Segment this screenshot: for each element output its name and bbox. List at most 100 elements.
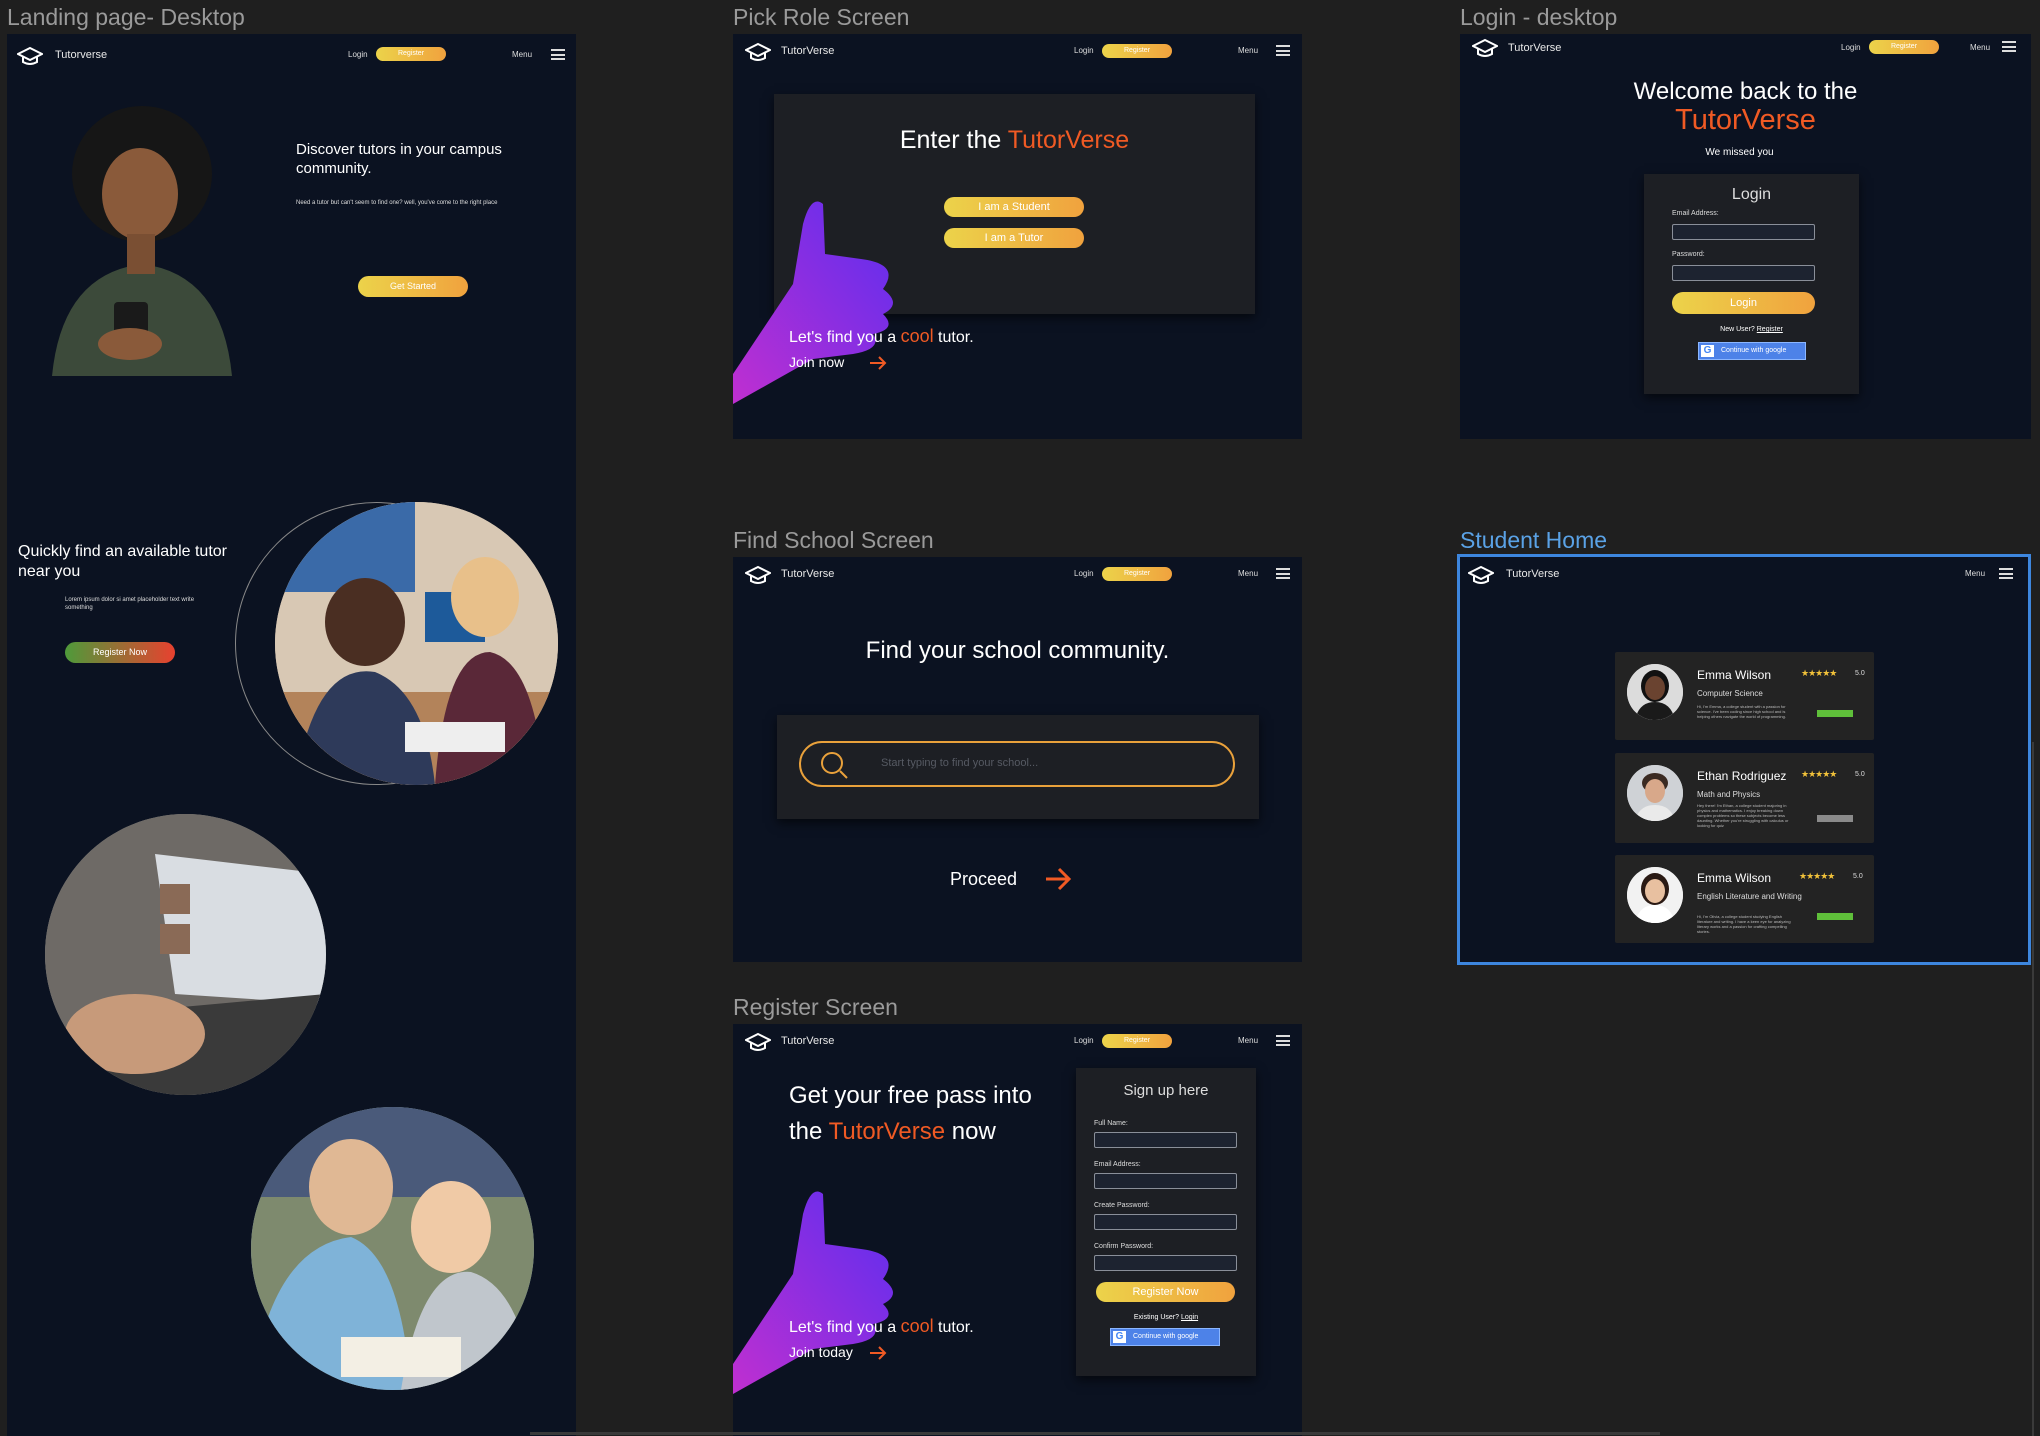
hamburger-icon[interactable]: [1999, 568, 2013, 579]
tutor-avatar: [1627, 765, 1683, 821]
school-search-input[interactable]: Start typing to find your school...: [799, 741, 1235, 787]
nav-register-button[interactable]: Register: [376, 47, 446, 61]
signup-card-title: Sign up here: [1123, 1082, 1209, 1099]
login-link[interactable]: Login: [1181, 1314, 1198, 1321]
full-name-field[interactable]: [1094, 1132, 1237, 1148]
nav-register-button[interactable]: Register: [1102, 567, 1172, 581]
email-field[interactable]: [1094, 1173, 1237, 1189]
proceed-link[interactable]: Proceed: [950, 869, 1017, 890]
star-rating-icon: ★★★★★: [1801, 668, 1837, 678]
horizontal-scrollbar[interactable]: [530, 1432, 1660, 1435]
rating-value: 5.0: [1855, 771, 1865, 778]
hamburger-icon[interactable]: [1276, 1035, 1290, 1046]
hamburger-icon[interactable]: [2002, 41, 2016, 52]
brand-name[interactable]: TutorVerse: [1506, 568, 1559, 580]
availability-badge[interactable]: [1817, 815, 1853, 822]
tagline: Let's find you a cool tutor.: [789, 326, 974, 346]
tutor-card[interactable]: Ethan Rodriguez ★★★★★ 5.0 Math and Physi…: [1615, 753, 1874, 843]
vertical-scrollbar[interactable]: [2032, 742, 2034, 1436]
nav-register-button[interactable]: Register: [1102, 1034, 1172, 1048]
nav-login-link[interactable]: Login: [348, 50, 368, 59]
couple-reading-photo: [251, 1107, 534, 1390]
frame-title-pick-role[interactable]: Pick Role Screen: [733, 4, 909, 31]
password-field[interactable]: [1672, 265, 1815, 281]
nav-login-link[interactable]: Login: [1841, 43, 1861, 52]
tutor-card[interactable]: Emma Wilson ★★★★★ 5.0 English Literature…: [1615, 855, 1874, 943]
graduation-cap-icon[interactable]: [745, 1032, 771, 1052]
hamburger-icon[interactable]: [1276, 568, 1290, 579]
tutor-card[interactable]: Emma Wilson ★★★★★ 5.0 Computer Science H…: [1615, 652, 1874, 740]
arrow-right-icon[interactable]: [869, 356, 887, 370]
register-link[interactable]: Register: [1757, 326, 1783, 333]
brand-name[interactable]: TutorVerse: [781, 1035, 834, 1047]
graduation-cap-icon[interactable]: [1468, 565, 1494, 585]
nav-menu-label[interactable]: Menu: [1970, 43, 1990, 52]
nav-register-button[interactable]: Register: [1869, 40, 1939, 54]
create-password-field[interactable]: [1094, 1214, 1237, 1230]
login-card: Login Email Address: Password: Login New…: [1644, 174, 1859, 394]
nav-menu-label[interactable]: Menu: [1965, 569, 1985, 578]
create-password-label: Create Password:: [1094, 1202, 1150, 1209]
nav-login-link[interactable]: Login: [1074, 1036, 1094, 1045]
nav-register-button[interactable]: Register: [1102, 44, 1172, 58]
register-now-button[interactable]: Register Now: [1096, 1282, 1235, 1302]
availability-badge[interactable]: [1817, 710, 1853, 717]
student-role-button[interactable]: I am a Student: [944, 197, 1084, 217]
graduation-cap-icon[interactable]: [17, 46, 43, 66]
tutor-subject: Computer Science: [1697, 689, 1763, 698]
hero-heading: Discover tutors in your campus community…: [296, 141, 502, 177]
hero-woman-photo: [32, 104, 252, 376]
star-rating-icon: ★★★★★: [1801, 769, 1837, 779]
star-rating-icon: ★★★★★: [1799, 871, 1835, 881]
nav-login-link[interactable]: Login: [1074, 46, 1094, 55]
graduation-cap-icon[interactable]: [745, 565, 771, 585]
arrow-right-icon[interactable]: [1044, 867, 1072, 891]
nav-menu-label[interactable]: Menu: [1238, 569, 1258, 578]
login-nav: TutorVerse Login Register Menu: [1460, 34, 2031, 68]
login-button[interactable]: Login: [1672, 292, 1815, 314]
hamburger-icon[interactable]: [1276, 45, 1290, 56]
get-started-button[interactable]: Get Started: [358, 276, 468, 297]
frame-title-find-school[interactable]: Find School Screen: [733, 527, 934, 554]
tutor-description: Hey there! I'm Ethan, a college student …: [1697, 803, 1789, 828]
join-today-link[interactable]: Join today: [789, 1344, 853, 1360]
student-home-frame: TutorVerse Menu Emma Wilson ★★★★★ 5.0 Co…: [1457, 554, 2031, 965]
search-card: Start typing to find your school...: [777, 715, 1259, 819]
brand-name[interactable]: TutorVerse: [781, 568, 834, 580]
laptop-video-call-photo: [45, 814, 326, 1095]
brand-name[interactable]: TutorVerse: [1508, 42, 1561, 54]
arrow-right-icon[interactable]: [869, 1346, 887, 1360]
nav-menu-label[interactable]: Menu: [1238, 1036, 1258, 1045]
tutor-name: Emma Wilson: [1697, 668, 1772, 682]
frame-title-register[interactable]: Register Screen: [733, 994, 898, 1021]
google-signup-button[interactable]: G Continue with google: [1110, 1328, 1220, 1346]
join-now-link[interactable]: Join now: [789, 354, 844, 370]
register-now-button[interactable]: Register Now: [65, 642, 175, 663]
graduation-cap-icon[interactable]: [1472, 38, 1498, 58]
nav-login-link[interactable]: Login: [1074, 569, 1094, 578]
frame-title-landing[interactable]: Landing page- Desktop: [7, 4, 245, 31]
brand-name[interactable]: TutorVerse: [781, 45, 834, 57]
role-heading: Enter the TutorVerse: [899, 126, 1130, 154]
nav-menu-label[interactable]: Menu: [512, 50, 532, 59]
tagline: Let's find you a cool tutor.: [789, 1316, 974, 1336]
register-frame: TutorVerse Login Register Menu Get your …: [733, 1024, 1302, 1436]
email-label: Email Address:: [1094, 1161, 1141, 1168]
nav-menu-label[interactable]: Menu: [1238, 46, 1258, 55]
google-login-button[interactable]: G Continue with google: [1698, 342, 1806, 360]
tutor-role-button[interactable]: I am a Tutor: [944, 228, 1084, 248]
section2-text: Lorem ipsum dolor si amet placeholder te…: [65, 597, 195, 611]
google-icon: G: [1701, 345, 1714, 357]
confirm-password-field[interactable]: [1094, 1255, 1237, 1271]
section2-heading: Quickly find an available tutor near you: [18, 543, 227, 580]
availability-badge[interactable]: [1817, 913, 1853, 920]
brand-name[interactable]: Tutorverse: [55, 49, 107, 61]
frame-title-login[interactable]: Login - desktop: [1460, 4, 1617, 31]
graduation-cap-icon[interactable]: [745, 42, 771, 62]
hamburger-icon[interactable]: [551, 49, 565, 60]
find-school-nav: TutorVerse Login Register Menu: [733, 557, 1302, 591]
frame-title-student-home[interactable]: Student Home: [1460, 527, 1607, 554]
register-heading: Get your free pass into the TutorVerse n…: [789, 1082, 1032, 1145]
landing-nav: Tutorverse Login Register Menu: [7, 34, 576, 74]
email-field[interactable]: [1672, 224, 1815, 240]
